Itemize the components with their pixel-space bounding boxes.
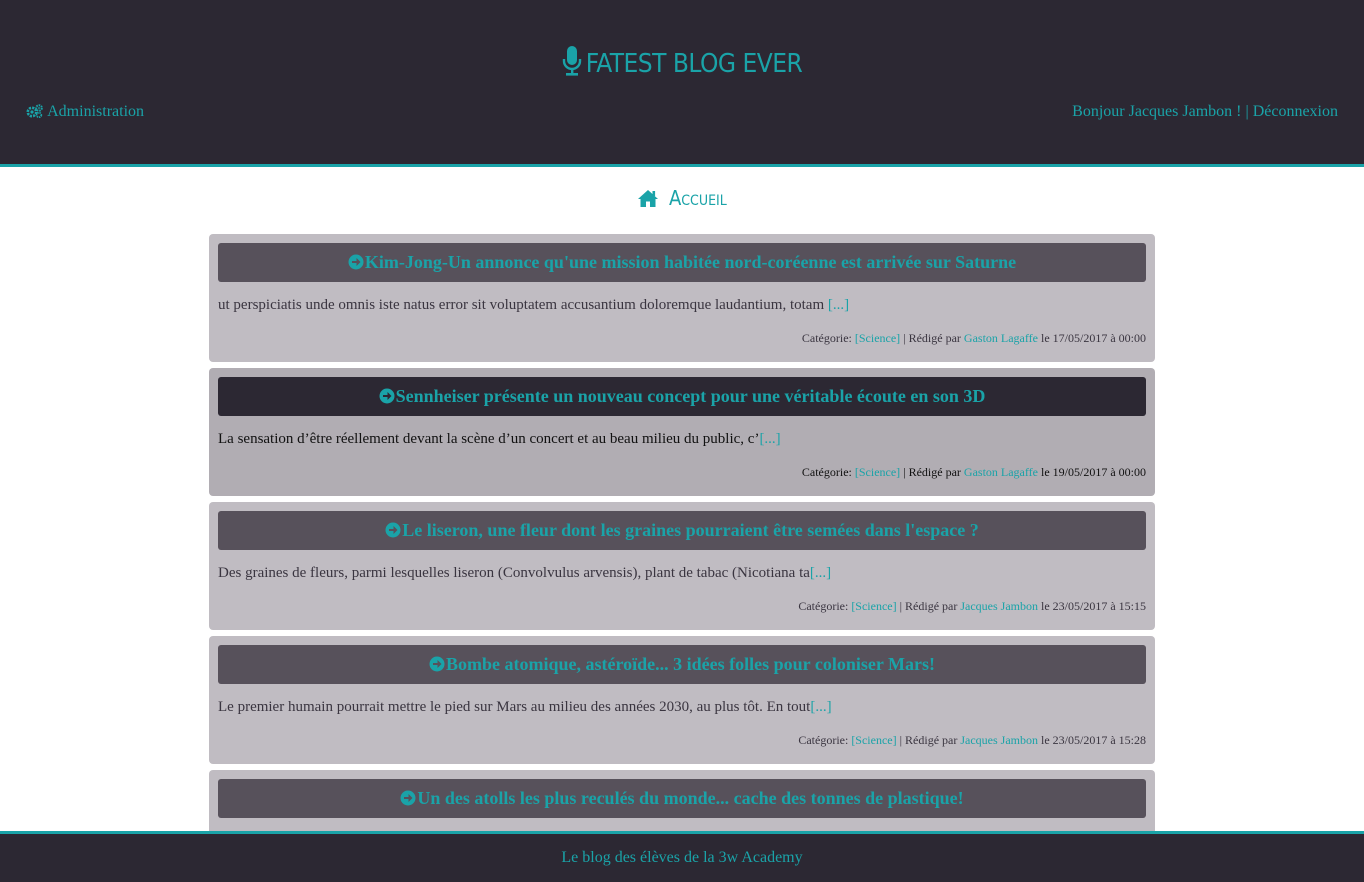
author-label: | Rédigé par [899,733,958,747]
home-icon [637,186,669,210]
site-footer: Le blog des élèves de la 3w Academy [0,831,1364,882]
post-title-link[interactable]: Bombe atomique, astéroïde... 3 idées fol… [218,645,1146,684]
gears-icon [26,103,47,120]
post-title-link[interactable]: Un des atolls les plus reculés du monde.… [218,779,1146,818]
post-list: Kim-Jong-Un annonce qu'une mission habit… [209,234,1155,831]
author-link[interactable]: Jacques Jambon [960,599,1038,613]
administration-label: Administration [47,103,145,120]
post-meta: Catégorie: [Science] | Rédigé par Gaston… [802,465,1146,480]
arrow-circle-right-icon [379,386,396,406]
administration-link[interactable]: Administration [26,103,144,121]
post-date: le 17/05/2017 à 00:00 [1041,331,1146,345]
arrow-circle-right-icon [385,520,402,540]
footer-text: Le blog des élèves de la 3w Academy [561,849,803,866]
header-separator: | [1245,103,1249,120]
post-excerpt: La sensation d’être réellement devant la… [218,431,1146,448]
category-label: Catégorie: [798,599,849,613]
post-card: Sennheiser présente un nouveau concept p… [209,368,1155,496]
post-card: Bombe atomique, astéroïde... 3 idées fol… [209,636,1155,764]
logout-link[interactable]: Déconnexion [1253,103,1338,120]
arrow-circle-right-icon [348,252,365,272]
site-header: FATEST BLOG EVER Administration Bonjour … [0,0,1364,167]
author-link[interactable]: Jacques Jambon [960,733,1038,747]
post-title: Le liseron, une fleur dont les graines p… [402,520,979,540]
post-excerpt: Le premier humain pourrait mettre le pie… [218,699,1146,716]
arrow-circle-right-icon [429,654,446,674]
author-link[interactable]: Gaston Lagaffe [964,331,1038,345]
microphone-icon [562,46,582,83]
post-date: le 19/05/2017 à 00:00 [1041,465,1146,479]
post-excerpt: Des graines de fleurs, parmi lesquelles … [218,565,1146,582]
post-title: Bombe atomique, astéroïde... 3 idées fol… [446,654,935,674]
category-link[interactable]: [Science] [855,465,900,479]
post-excerpt-text: Des graines de fleurs, parmi lesquelles … [218,565,810,581]
page-heading-text: Accueil [668,186,727,210]
author-label: | Rédigé par [903,465,961,479]
post-title-link[interactable]: Sennheiser présente un nouveau concept p… [218,377,1146,416]
category-link[interactable]: [Science] [851,733,896,747]
post-excerpt-text: La sensation d’être réellement devant la… [218,431,760,447]
user-area: Bonjour Jacques Jambon ! | Déconnexion [1072,103,1338,121]
post-date: le 23/05/2017 à 15:15 [1041,599,1146,613]
category-link[interactable]: [Science] [851,599,896,613]
post-title: Un des atolls les plus reculés du monde.… [417,788,964,808]
post-title: Kim-Jong-Un annonce qu'une mission habit… [364,252,1017,272]
post-meta: Catégorie: [Science] | Rédigé par Jacque… [798,599,1146,614]
category-link[interactable]: [Science] [855,331,900,345]
user-greeting: Bonjour Jacques Jambon ! [1072,103,1242,120]
post-card: Kim-Jong-Un annonce qu'une mission habit… [209,234,1155,362]
post-date: le 23/05/2017 à 15:28 [1041,733,1146,747]
author-label: | Rédigé par [899,599,958,613]
post-excerpt-text: Le premier humain pourrait mettre le pie… [218,699,811,715]
arrow-circle-right-icon [400,788,417,808]
category-label: Catégorie: [798,733,849,747]
read-more-link[interactable]: [...] [828,297,849,313]
post-card: Le liseron, une fleur dont les graines p… [209,502,1155,630]
post-meta: Catégorie: [Science] | Rédigé par Jacque… [798,733,1146,748]
author-link[interactable]: Gaston Lagaffe [964,465,1038,479]
read-more-link[interactable]: [...] [810,565,831,581]
read-more-link[interactable]: [...] [759,431,780,447]
category-label: Catégorie: [801,465,852,479]
read-more-link[interactable]: [...] [810,699,831,715]
post-title: Sennheiser présente un nouveau concept p… [395,386,986,406]
post-title-link[interactable]: Le liseron, une fleur dont les graines p… [218,511,1146,550]
post-card: Un des atolls les plus reculés du monde.… [209,770,1155,831]
category-label: Catégorie: [801,331,852,345]
post-meta: Catégorie: [Science] | Rédigé par Gaston… [802,331,1146,346]
post-title-link[interactable]: Kim-Jong-Un annonce qu'une mission habit… [218,243,1146,282]
author-label: | Rédigé par [903,331,961,345]
page-heading: Accueil [0,186,1364,210]
post-excerpt-text: ut perspiciatis unde omnis iste natus er… [218,297,828,313]
brand-title: FATEST BLOG EVER [585,49,803,79]
post-excerpt: ut perspiciatis unde omnis iste natus er… [218,297,1146,314]
site-brand[interactable]: FATEST BLOG EVER [0,46,1364,83]
